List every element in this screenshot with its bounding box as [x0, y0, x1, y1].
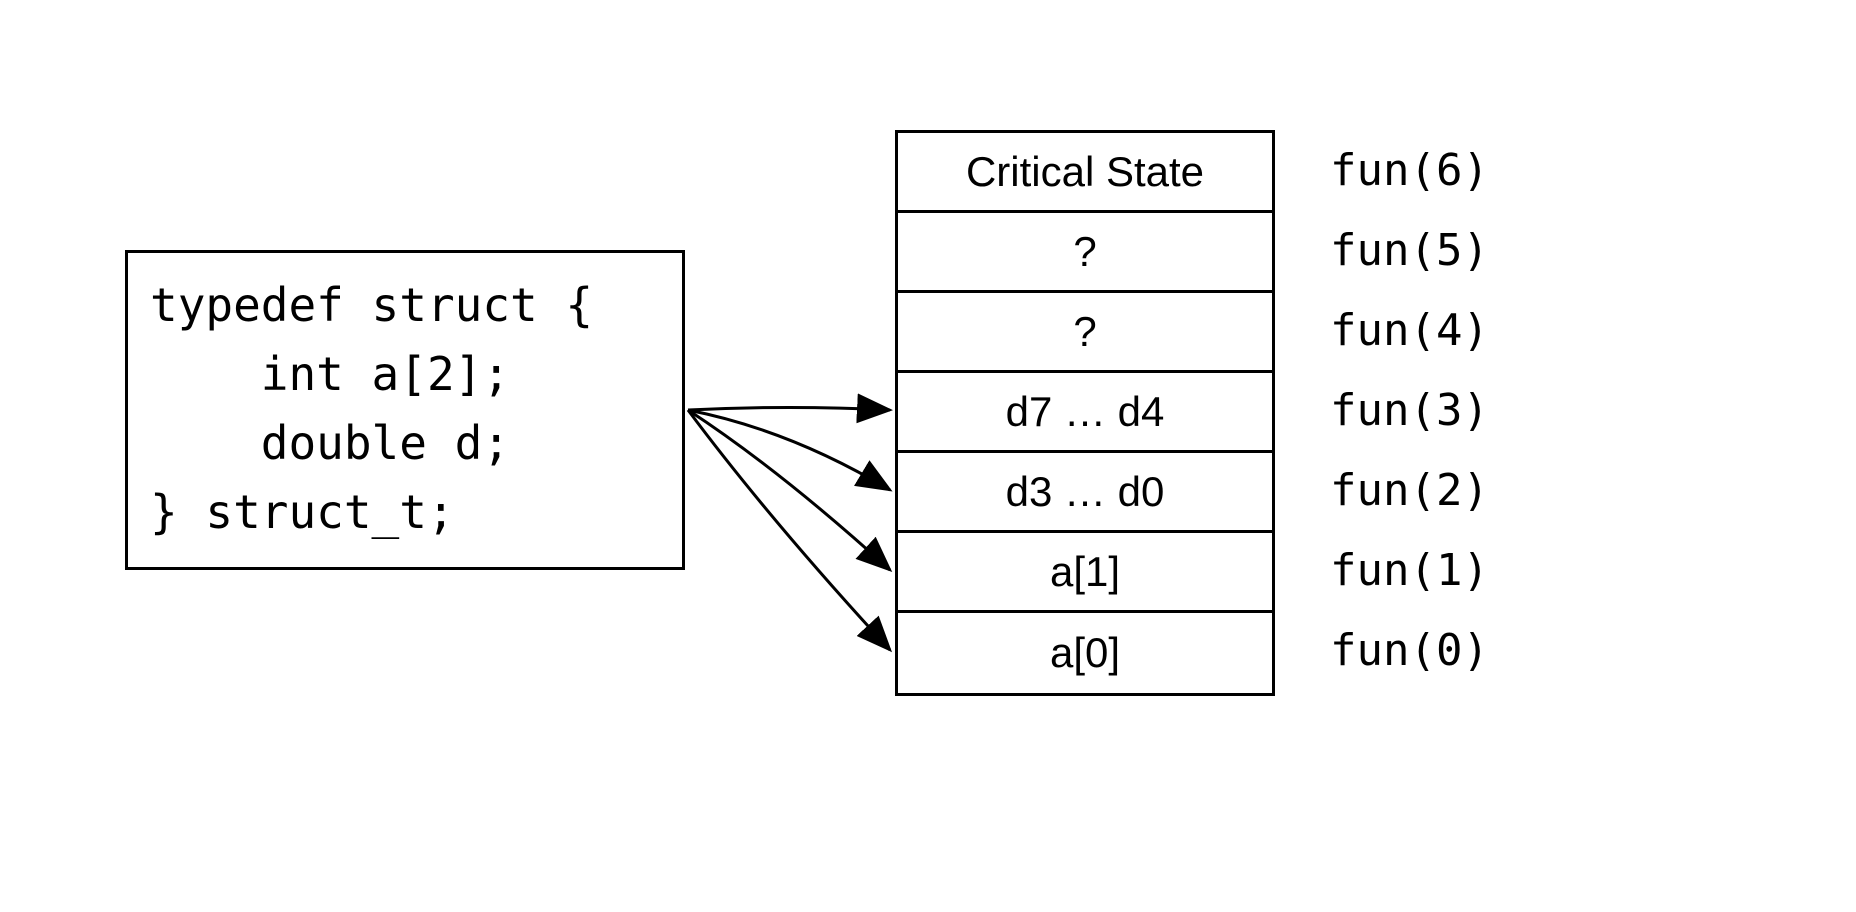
- code-line-3: double d;: [150, 409, 660, 478]
- fun-label-2: fun(2): [1330, 450, 1489, 530]
- arrow-to-d74: [688, 408, 890, 411]
- stack-row-d74: d7 … d4: [898, 373, 1272, 453]
- fun-label-5: fun(5): [1330, 210, 1489, 290]
- arrow-to-a1: [688, 410, 890, 570]
- code-line-2: int a[2];: [150, 340, 660, 409]
- stack-row-a0: a[0]: [898, 613, 1272, 693]
- code-line-1: typedef struct {: [150, 271, 660, 340]
- arrow-to-d30: [688, 410, 890, 490]
- fun-label-0: fun(0): [1330, 610, 1489, 690]
- stack-row-q2: ?: [898, 293, 1272, 373]
- fun-labels: fun(6) fun(5) fun(4) fun(3) fun(2) fun(1…: [1330, 130, 1489, 690]
- stack-row-q1: ?: [898, 213, 1272, 293]
- stack-table: Critical State ? ? d7 … d4 d3 … d0 a[1] …: [895, 130, 1275, 696]
- arrow-to-a0: [688, 410, 890, 650]
- stack-row-a1: a[1]: [898, 533, 1272, 613]
- code-box: typedef struct { int a[2]; double d; } s…: [125, 250, 685, 570]
- stack-row-critical: Critical State: [898, 133, 1272, 213]
- fun-label-1: fun(1): [1330, 530, 1489, 610]
- stack-row-d30: d3 … d0: [898, 453, 1272, 533]
- fun-label-3: fun(3): [1330, 370, 1489, 450]
- code-line-4: } struct_t;: [150, 478, 660, 547]
- fun-label-4: fun(4): [1330, 290, 1489, 370]
- fun-label-6: fun(6): [1330, 130, 1489, 210]
